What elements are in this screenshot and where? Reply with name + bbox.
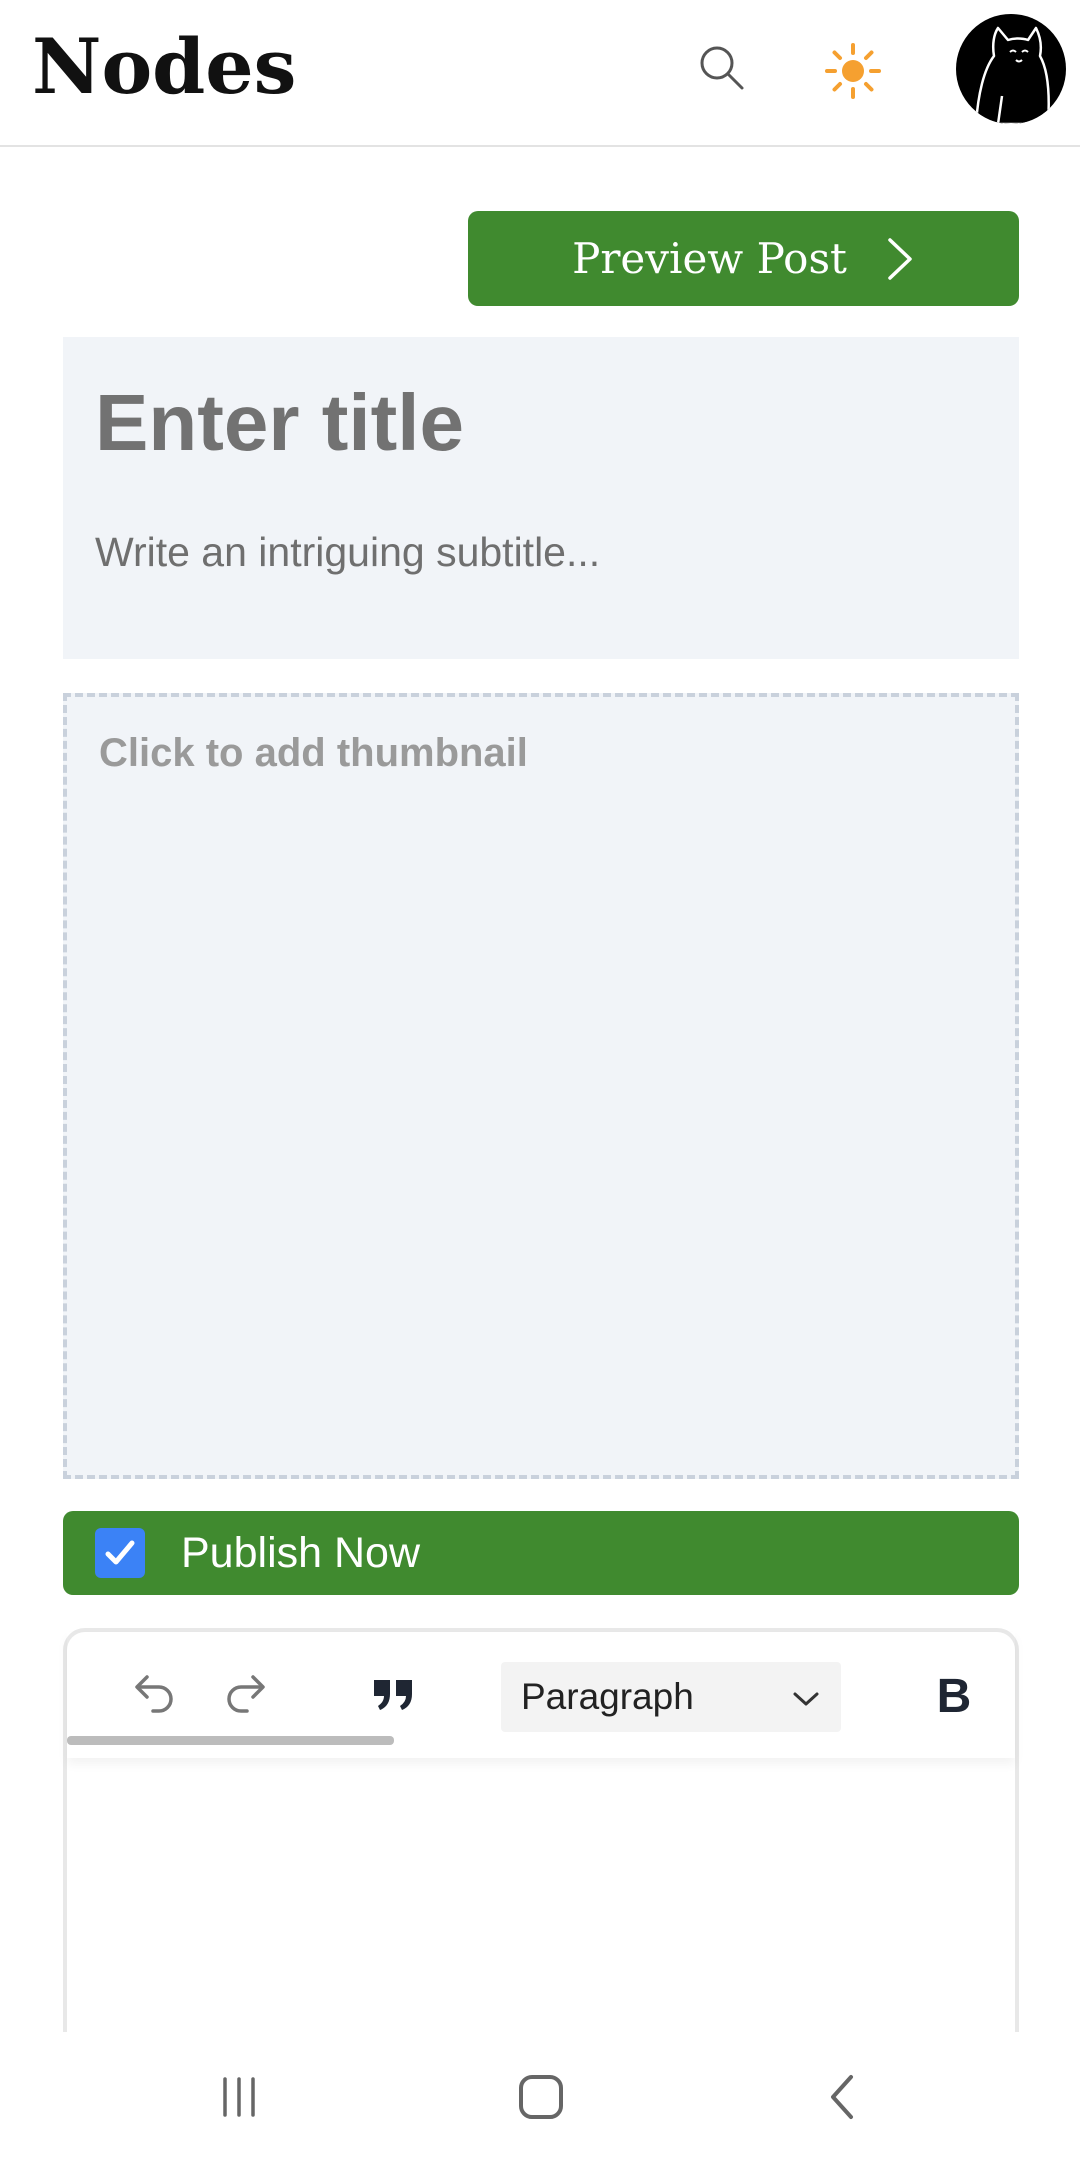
thumbnail-label: Click to add thumbnail: [99, 731, 528, 775]
site-logo[interactable]: Nodes: [32, 22, 296, 111]
system-nav-bar: [0, 2032, 1080, 2160]
block-type-select[interactable]: Paragraph: [501, 1662, 841, 1732]
redo-icon[interactable]: [213, 1664, 283, 1724]
thumbnail-dropzone[interactable]: Click to add thumbnail: [63, 693, 1019, 1479]
avatar[interactable]: [956, 14, 1066, 124]
publish-now-toggle[interactable]: Publish Now: [63, 1511, 1019, 1595]
quote-icon[interactable]: [363, 1664, 423, 1724]
check-icon: [105, 1540, 135, 1565]
undo-icon[interactable]: [117, 1664, 187, 1724]
editor-toolbar: Paragraph B: [67, 1632, 1015, 1758]
block-type-value: Paragraph: [521, 1676, 694, 1717]
publish-now-label: Publish Now: [181, 1528, 420, 1577]
cat-icon: [974, 26, 1050, 124]
subtitle-input[interactable]: Write an intriguing subtitle...: [95, 529, 600, 576]
title-section: Enter title Write an intriguing subtitle…: [63, 337, 1019, 659]
title-input[interactable]: Enter title: [95, 377, 464, 469]
app-root: Nodes Preview Post Enter title Write an …: [0, 0, 1080, 2160]
preview-post-label: Preview Post: [572, 234, 847, 283]
top-bar: Nodes: [0, 0, 1080, 147]
toolbar-scrollbar[interactable]: [67, 1736, 394, 1745]
sun-icon[interactable]: [818, 36, 888, 106]
back-icon[interactable]: [808, 2062, 878, 2132]
preview-post-button[interactable]: Preview Post: [468, 211, 1019, 306]
chevron-down-icon: [791, 1676, 821, 1718]
home-icon[interactable]: [506, 2062, 576, 2132]
rich-text-editor[interactable]: Paragraph B: [63, 1628, 1019, 2088]
search-icon[interactable]: [690, 36, 754, 100]
bold-button[interactable]: B: [929, 1668, 979, 1724]
publish-checkbox[interactable]: [95, 1528, 145, 1578]
chevron-right-icon: [885, 236, 915, 282]
recent-apps-icon[interactable]: [204, 2062, 274, 2132]
